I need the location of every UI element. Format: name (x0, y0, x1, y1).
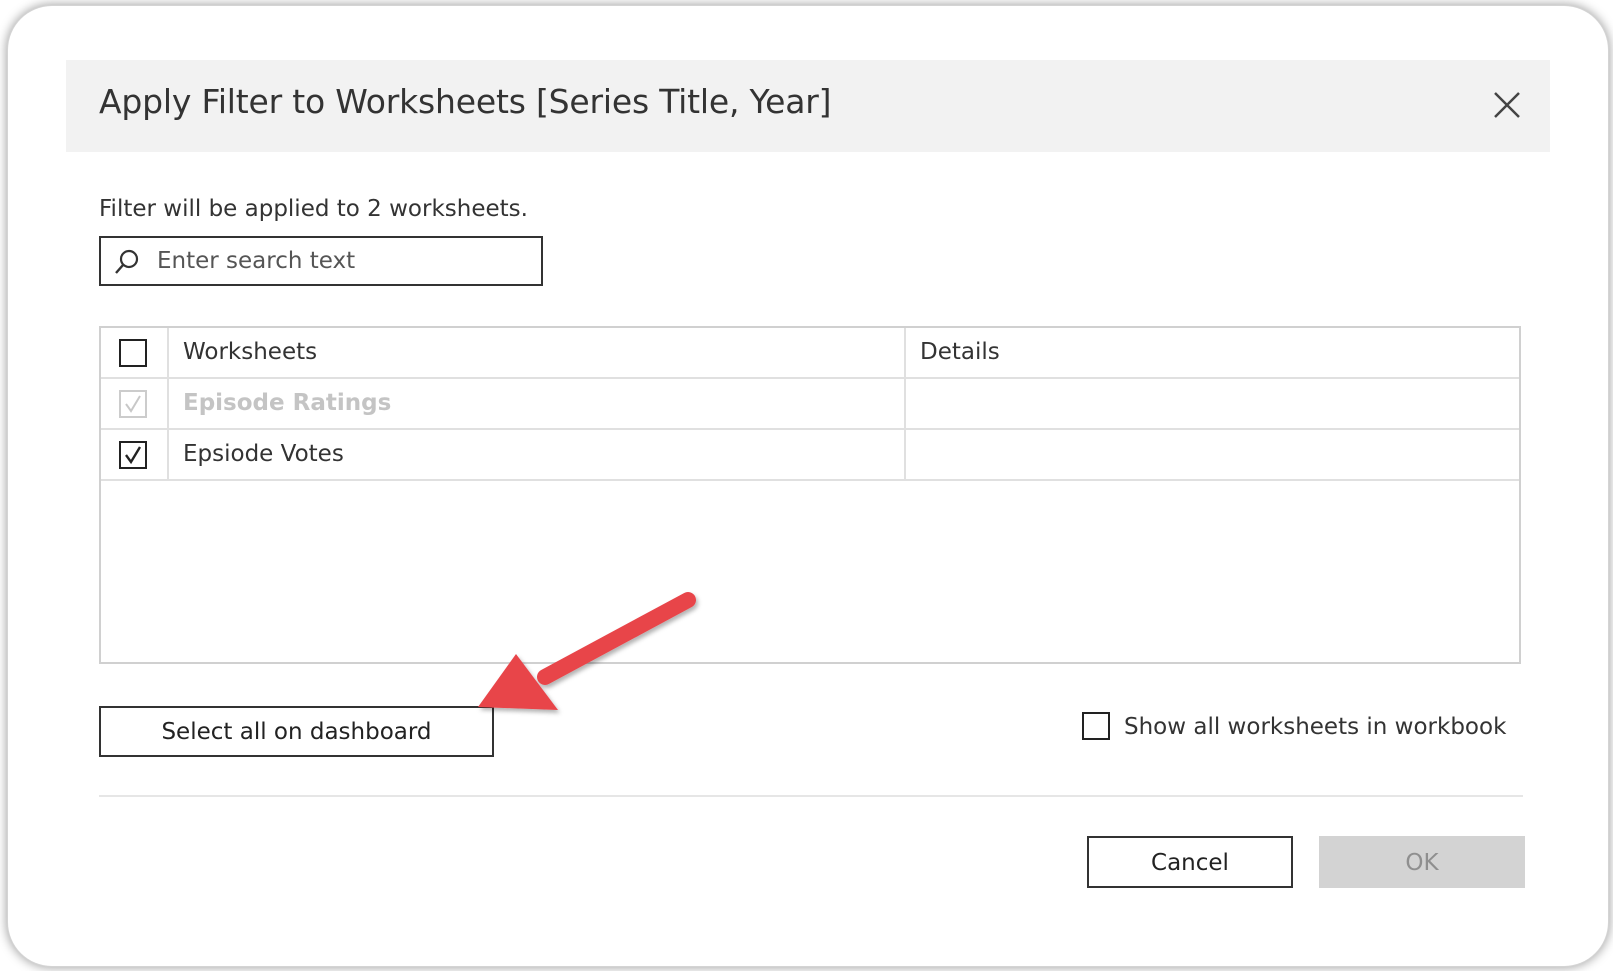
row-check-cell (101, 430, 169, 479)
applied-count-text: Filter will be applied to 2 worksheets. (99, 196, 528, 222)
column-header-details[interactable]: Details (906, 328, 1519, 377)
row-checkbox-epsiode-votes[interactable] (119, 441, 147, 469)
worksheets-table: Worksheets Details Episode Ratings Epsio… (99, 326, 1521, 664)
header-check-cell (101, 328, 169, 377)
table-row: Episode Ratings (101, 379, 1519, 430)
search-box[interactable] (99, 236, 543, 286)
checkmark-icon (125, 446, 142, 465)
select-all-checkbox[interactable] (119, 339, 147, 367)
search-input[interactable] (157, 242, 527, 280)
row-check-cell (101, 379, 169, 428)
dialog-title-bar: Apply Filter to Worksheets [Series Title… (66, 60, 1550, 152)
worksheet-details (906, 379, 1519, 428)
select-all-on-dashboard-button[interactable]: Select all on dashboard (99, 706, 494, 757)
worksheet-name[interactable]: Epsiode Votes (169, 430, 906, 479)
close-icon (1494, 92, 1520, 118)
search-icon (115, 249, 139, 274)
close-button[interactable] (1492, 90, 1522, 120)
dialog-title: Apply Filter to Worksheets [Series Title… (99, 82, 832, 121)
worksheet-name: Episode Ratings (169, 379, 906, 428)
worksheet-details (906, 430, 1519, 479)
show-all-worksheets-checkbox[interactable] (1082, 712, 1110, 740)
show-all-worksheets-label[interactable]: Show all worksheets in workbook (1124, 710, 1506, 744)
row-checkbox-episode-ratings (119, 390, 147, 418)
footer-divider (99, 795, 1523, 797)
cancel-button[interactable]: Cancel (1087, 836, 1293, 888)
checkmark-icon (125, 395, 141, 413)
column-header-worksheets[interactable]: Worksheets (169, 328, 906, 377)
ok-button: OK (1319, 836, 1525, 888)
table-row: Epsiode Votes (101, 430, 1519, 481)
table-header-row: Worksheets Details (101, 328, 1519, 379)
